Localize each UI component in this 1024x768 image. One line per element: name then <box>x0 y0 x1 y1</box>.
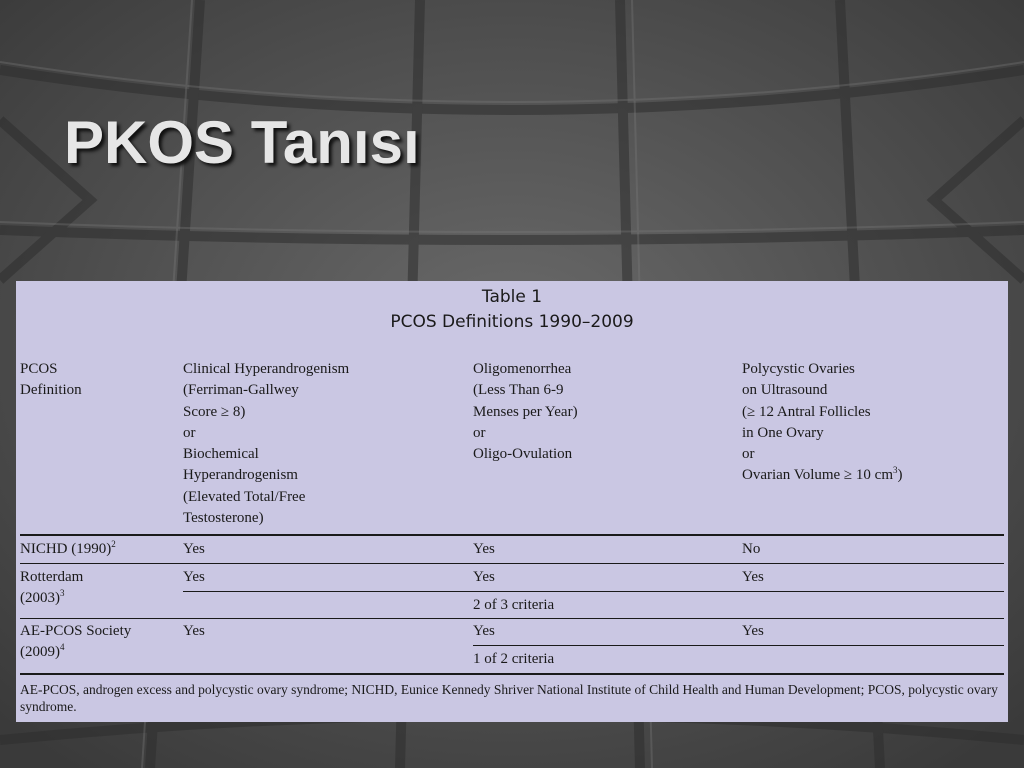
header-line: (≥ 12 Antral Follicles <box>742 403 871 420</box>
header-line: Biochemical <box>183 446 259 463</box>
reference-superscript: 4 <box>60 642 65 653</box>
header-text: ) <box>897 467 903 484</box>
criteria-rule <box>473 645 1004 646</box>
header-oligomenorrhea: Oligomenorrhea (Less Than 6-9 Menses per… <box>473 359 578 465</box>
criteria-rule <box>183 591 1004 592</box>
header-line: or <box>742 446 755 463</box>
row-label-ae-pcos: AE-PCOS Society (2009)4 <box>20 621 131 664</box>
header-line: Score ≥ 8) <box>183 403 246 420</box>
header-line: on Ultrasound <box>742 382 828 399</box>
table-footnote: AE-PCOS, androgen excess and polycystic … <box>20 682 998 714</box>
row-label-text: Rotterdam <box>20 569 84 585</box>
header-polycystic-ovaries: Polycystic Ovaries on Ultrasound (≥ 12 A… <box>742 359 903 487</box>
header-line: Hyperandrogenism <box>183 467 298 484</box>
pcos-definitions-table: Table 1 PCOS Definitions 1990–2009 PCOS … <box>16 281 1008 722</box>
header-line: Clinical Hyperandrogenism <box>183 361 350 377</box>
footer-rule <box>20 673 1004 675</box>
header-line: Testosterone) <box>183 510 264 527</box>
criteria-cell: 1 of 2 criteria <box>473 651 555 667</box>
table-cell: Yes <box>473 623 495 639</box>
header-text: Ovarian Volume ≥ 10 cm <box>742 467 893 484</box>
header-line: (Less Than 6-9 <box>473 382 564 399</box>
table-cell: Yes <box>473 569 495 585</box>
table-cell: Yes <box>183 569 205 585</box>
table-cell: Yes <box>473 541 495 557</box>
reference-superscript: 2 <box>111 539 116 549</box>
header-line: Oligomenorrhea <box>473 361 572 377</box>
row-label-year: (2009) <box>20 644 60 661</box>
table-cell: No <box>742 541 761 557</box>
header-line: Ovarian Volume ≥ 10 cm3) <box>742 465 903 486</box>
row-rule <box>20 618 1004 619</box>
row-label-text: (2003)3 <box>20 588 83 609</box>
row-label-text: NICHD (1990) <box>20 541 112 557</box>
header-line: Definition <box>20 382 82 399</box>
slide-title: PKOS Tanısı <box>64 109 420 176</box>
header-line: Menses per Year) <box>473 403 578 420</box>
table-caption-number: Table 1 <box>481 287 543 307</box>
table-cell: Yes <box>183 541 205 557</box>
table-cell: Yes <box>742 569 764 585</box>
header-line: or <box>473 424 486 441</box>
header-line: or <box>183 424 196 441</box>
row-label-rotterdam: Rotterdam (2003)3 <box>20 567 83 610</box>
header-hyperandrogenism: Clinical Hyperandrogenism (Ferriman-Gall… <box>183 359 349 529</box>
table-cell: Yes <box>183 623 205 639</box>
header-line: PCOS <box>20 361 58 377</box>
reference-superscript: 3 <box>60 588 65 599</box>
header-line: Oligo-Ovulation <box>473 446 573 463</box>
header-line: Polycystic Ovaries <box>742 361 855 377</box>
row-label-year: (2003) <box>20 590 60 607</box>
table-cell: Yes <box>742 623 764 639</box>
header-line: (Ferriman-Gallwey <box>183 382 299 399</box>
row-rule <box>20 563 1004 564</box>
header-line: in One Ovary <box>742 424 824 441</box>
criteria-cell: 2 of 3 criteria <box>473 597 555 613</box>
header-line: (Elevated Total/Free <box>183 488 306 505</box>
header-rule <box>20 534 1004 536</box>
header-pcos-definition: PCOS Definition <box>20 359 82 402</box>
table-caption-title: PCOS Definitions 1990–2009 <box>390 312 634 332</box>
row-label-nichd: NICHD (1990)2 <box>20 539 116 560</box>
row-label-text: (2009)4 <box>20 642 131 663</box>
row-label-text: AE-PCOS Society <box>20 623 132 639</box>
